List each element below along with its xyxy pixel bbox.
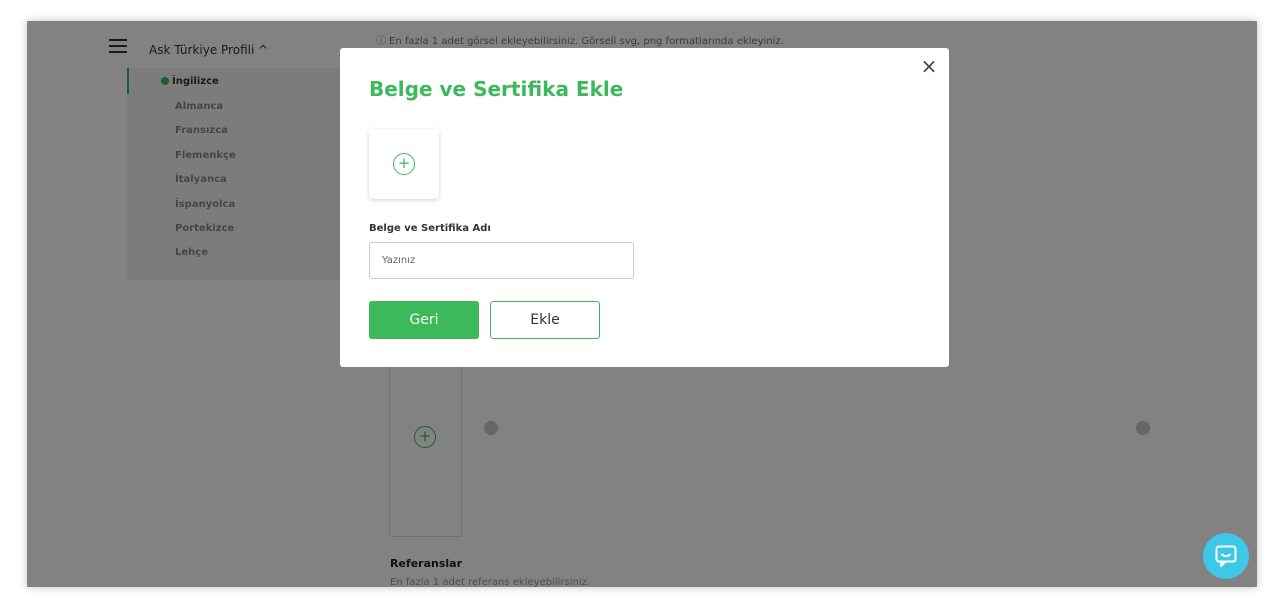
chat-icon [1215, 545, 1237, 567]
add-circle-icon: + [393, 153, 415, 175]
certificate-name-label: Belge ve Sertifika Adı [369, 223, 491, 234]
app-screen: Ask Türkiye Profili ^ İngilizce Almanca … [27, 21, 1257, 587]
dialog-title: Belge ve Sertifika Ekle [369, 77, 624, 101]
back-button[interactable]: Geri [369, 301, 479, 339]
image-upload-button[interactable]: + [369, 129, 439, 199]
add-certificate-dialog: × Belge ve Sertifika Ekle + Belge ve Ser… [340, 48, 949, 367]
certificate-name-input[interactable] [369, 242, 634, 279]
close-icon[interactable]: × [919, 56, 939, 76]
add-button[interactable]: Ekle [490, 301, 600, 339]
chat-button[interactable] [1203, 533, 1249, 579]
